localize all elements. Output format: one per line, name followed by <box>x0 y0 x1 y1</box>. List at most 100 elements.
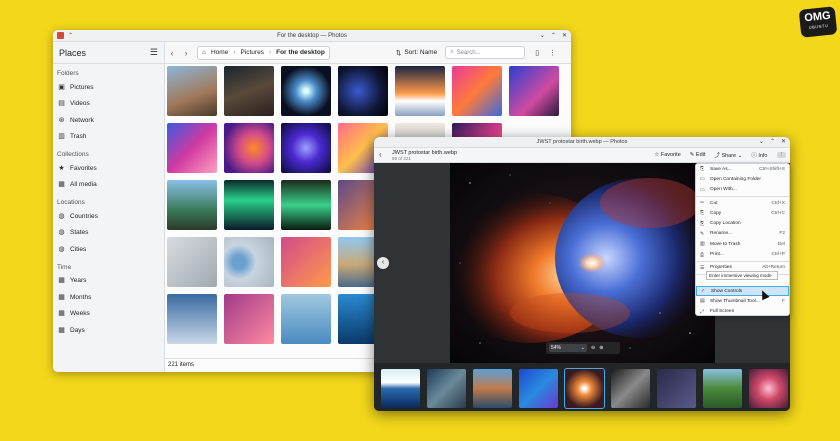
sidebar-item-years[interactable]: ▦ Years <box>53 273 164 290</box>
sidebar-section-header: Time <box>57 263 72 271</box>
zoom-out-icon[interactable]: ⊖ <box>591 345 595 351</box>
sidebar-item-countries[interactable]: ◍ Countries <box>53 208 164 225</box>
back-icon[interactable]: ‹ <box>379 150 382 159</box>
sidebar-item-cities[interactable]: ◍ Cities <box>53 241 164 258</box>
previous-image-button[interactable]: ‹ <box>377 257 389 269</box>
sort-button[interactable]: ⇅ Sort: Name <box>396 49 437 57</box>
photo-thumbnail[interactable] <box>281 180 331 230</box>
photo-thumbnail[interactable] <box>281 294 331 344</box>
photo-thumbnail[interactable] <box>281 123 331 173</box>
search-input[interactable]: ⌕ Search... <box>445 46 526 59</box>
sidebar-item-days[interactable]: ▦ Days <box>53 322 164 339</box>
filmstrip-thumbnail[interactable] <box>749 369 788 408</box>
sidebar-item-network[interactable]: ⊛ Network <box>53 112 164 129</box>
sidebar-item-label: Trash <box>70 133 87 141</box>
bookmark-icon[interactable]: ▯ <box>535 49 539 57</box>
zoom-select[interactable]: 54% ⌄ <box>549 344 587 352</box>
close-icon[interactable]: ✕ <box>781 138 786 145</box>
minimize-icon[interactable]: ⌄ <box>759 138 764 145</box>
forward-icon[interactable]: › <box>179 48 193 58</box>
star-icon: ★ <box>58 164 65 172</box>
menu-item-icon: ✎ <box>700 230 705 237</box>
menu-item-open-containing-folder[interactable]: ▭ Open Containing Folder <box>696 174 789 184</box>
sidebar-item-weeks[interactable]: ▦ Weeks <box>53 306 164 323</box>
photo-thumbnail[interactable] <box>167 294 217 344</box>
filmstrip-thumbnail[interactable] <box>427 369 466 408</box>
filmstrip-thumbnail[interactable] <box>519 369 558 408</box>
home-icon: ⌂ <box>202 49 206 56</box>
photo-thumbnail[interactable] <box>452 66 502 116</box>
menu-separator <box>696 195 789 197</box>
info-button[interactable]: ⓘ Info <box>751 151 767 159</box>
menu-item-move-to-trash[interactable]: ▥ Move to Trash Del <box>696 239 789 249</box>
viewer-titlebar[interactable]: JWST protostar birth.webp — Photos ⌄ ⌃ ✕ <box>374 137 790 148</box>
maximize-icon[interactable]: ⌃ <box>551 32 556 39</box>
breadcrumb-home[interactable]: Home <box>211 49 228 56</box>
calendar-icon: ▦ <box>58 326 65 334</box>
maximize-icon[interactable]: ⌃ <box>770 138 775 145</box>
menu-item-rename[interactable]: ✎ Rename... F2 <box>696 229 789 239</box>
menu-item-copy[interactable]: ⎘ Copy Ctrl+C <box>696 208 789 218</box>
main-image[interactable] <box>450 163 715 363</box>
menu-item-label: Properties <box>710 265 732 271</box>
filmstrip-thumbnail[interactable] <box>611 369 650 408</box>
filmstrip-thumbnail[interactable] <box>473 369 512 408</box>
menu-item-full-screen[interactable]: ⤢ Full Screen <box>696 307 789 317</box>
photo-thumbnail[interactable] <box>167 180 217 230</box>
favorite-label: Favorite <box>660 152 681 158</box>
menu-item-label: Move to Trash <box>710 241 741 247</box>
hamburger-menu-icon[interactable]: ☰ <box>150 47 158 58</box>
filmstrip-thumbnail[interactable] <box>381 369 420 408</box>
breadcrumb-current[interactable]: For the desktop <box>276 49 325 56</box>
favorite-button[interactable]: ☆ Favorite <box>654 152 680 158</box>
photo-thumbnail[interactable] <box>167 66 217 116</box>
sidebar-item-months[interactable]: ▦ Months <box>53 289 164 306</box>
more-options-icon[interactable]: ⋮ <box>776 152 786 158</box>
calendar-icon: ▦ <box>58 293 65 301</box>
menu-item-show-controls[interactable]: ✓ Show Controls <box>696 285 789 297</box>
photo-thumbnail[interactable] <box>281 66 331 116</box>
close-icon[interactable]: ✕ <box>562 32 567 39</box>
menu-item-icon: ▭ <box>700 186 705 193</box>
menu-item-icon: ⤢ <box>700 308 705 315</box>
menu-item-copy-location[interactable]: ⎘ Copy Location <box>696 218 789 228</box>
photo-thumbnail[interactable] <box>167 237 217 287</box>
search-placeholder: Search... <box>456 49 481 56</box>
sidebar-item-pictures[interactable]: ▣ Pictures <box>53 79 164 96</box>
photo-thumbnail[interactable] <box>395 66 445 116</box>
sidebar-item-trash[interactable]: ▥ Trash <box>53 129 164 146</box>
share-button[interactable]: ⤴ Share ⌄ <box>714 151 742 159</box>
back-icon[interactable]: ‹ <box>165 48 179 58</box>
omg-ubuntu-logo: OMG UBUNTU <box>798 6 838 38</box>
pencil-icon: ✎ <box>689 152 695 158</box>
menu-item-cut[interactable]: ✂ Cut Ctrl+X <box>696 198 789 208</box>
menu-item-save-as[interactable]: ⎘ Save As... Ctrl+Shift+S <box>696 164 789 174</box>
photo-thumbnail[interactable] <box>224 294 274 344</box>
sidebar-item-label: All media <box>70 181 97 189</box>
breadcrumb-pictures[interactable]: Pictures <box>240 49 263 56</box>
sidebar-item-videos[interactable]: ▤ Videos <box>53 96 164 113</box>
photo-thumbnail[interactable] <box>167 123 217 173</box>
minimize-icon[interactable]: ⌄ <box>540 32 545 39</box>
photo-thumbnail[interactable] <box>338 66 388 116</box>
more-options-icon[interactable]: ⋮ <box>549 49 556 57</box>
menu-item-print[interactable]: ⎙ Print... Ctrl+P <box>696 249 789 259</box>
sidebar-item-favorites[interactable]: ★ Favorites <box>53 160 164 177</box>
photo-thumbnail[interactable] <box>224 180 274 230</box>
filmstrip-thumbnail[interactable] <box>657 369 696 408</box>
zoom-in-icon[interactable]: ⊕ <box>599 345 603 351</box>
menu-item-open-with[interactable]: ▭ Open With... <box>696 185 789 195</box>
filmstrip-thumbnail[interactable] <box>703 369 742 408</box>
window-titlebar[interactable]: ⌃ For the desktop — Photos ⌄ ⌃ ✕ <box>53 30 571 42</box>
filmstrip-thumbnail-selected[interactable] <box>564 368 605 409</box>
photo-thumbnail[interactable] <box>224 123 274 173</box>
photo-thumbnail[interactable] <box>224 237 274 287</box>
photo-thumbnail[interactable] <box>509 66 559 116</box>
edit-button[interactable]: ✎ Edit <box>690 152 706 158</box>
photo-thumbnail[interactable] <box>281 237 331 287</box>
menu-item-show-thumbnail-tool[interactable]: ▤ Show Thumbnail Tool... F <box>696 296 789 306</box>
sidebar-item-states[interactable]: ◍ States <box>53 225 164 242</box>
photo-thumbnail[interactable] <box>224 66 274 116</box>
menu-item-shortcut: Alt+Return <box>762 265 785 271</box>
sidebar-item-all-media[interactable]: ▦ All media <box>53 177 164 194</box>
